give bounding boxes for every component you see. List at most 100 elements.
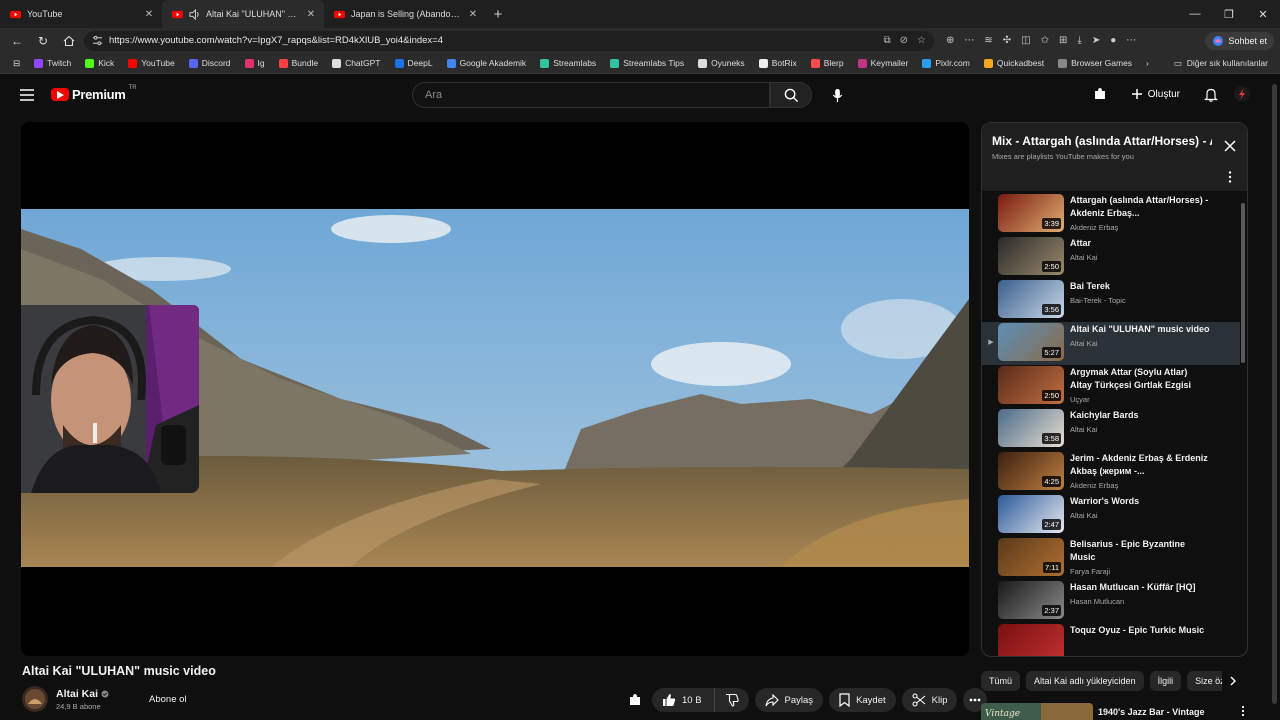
playlist-title[interactable]: Mix - Attargah (aslında Attar/Horses) - …: [992, 134, 1212, 148]
close-window-icon[interactable]: ✕: [1246, 0, 1280, 28]
bookmark-blerp[interactable]: Blerp: [804, 53, 851, 74]
kebab-menu-icon[interactable]: [1241, 705, 1245, 717]
playlist-item[interactable]: 2:47 Warrior's Words Altai Kai: [982, 494, 1240, 537]
extension-puzzle-icon[interactable]: [1093, 87, 1107, 101]
reload-icon[interactable]: ↻: [32, 30, 54, 52]
site-info-icon[interactable]: [92, 35, 103, 46]
bookmark-bundle[interactable]: Bundle: [272, 53, 325, 74]
bookmark-streamlabs[interactable]: Streamlabs: [533, 53, 603, 74]
save-button[interactable]: Kaydet: [829, 688, 896, 712]
restore-icon[interactable]: ❐: [1212, 0, 1246, 28]
bookmark-pixlr-com[interactable]: Pixlr.com: [915, 53, 976, 74]
subscribe-button[interactable]: Abone ol: [139, 689, 197, 710]
playlist-item-channel: Farya Faraji: [1070, 567, 1111, 576]
tab-close-icon[interactable]: ✕: [468, 9, 478, 20]
bookmark-browser-games[interactable]: Browser Games: [1051, 53, 1139, 74]
bookmark-deepl[interactable]: DeepL: [388, 53, 440, 74]
playlist-item[interactable]: 7:11 Belisarius - Epic Byzantine Music Far…: [982, 537, 1240, 580]
app-available-icon[interactable]: ⧉: [884, 35, 891, 46]
browser-tab-japan[interactable]: Japan is Selling (Abandoned) Houses ✕: [324, 0, 486, 28]
playlist-item[interactable]: Toquz Oyuz - Epic Turkic Music: [982, 623, 1240, 656]
bookmark-oyuneks[interactable]: Oyuneks: [691, 53, 752, 74]
youtube-premium-logo[interactable]: Premium TR: [51, 85, 137, 102]
copilot-chat-button[interactable]: Sohbet et: [1205, 31, 1274, 50]
other-bookmarks-folder[interactable]: ▭ Diğer sık kullanılanlar: [1168, 58, 1274, 69]
search-input[interactable]: [425, 89, 769, 101]
user-avatar-icon[interactable]: [1234, 86, 1250, 102]
bookmark-youtube[interactable]: YouTube: [121, 53, 181, 74]
settings-more-icon[interactable]: ⋯: [1126, 35, 1136, 46]
channel-name[interactable]: Altai Kai: [56, 688, 98, 700]
chips-next-chevron-icon[interactable]: [1222, 670, 1244, 692]
dislike-button[interactable]: [714, 688, 749, 712]
bookmark-keymailer[interactable]: Keymailer: [851, 53, 916, 74]
filter-chip[interactable]: İlgili: [1149, 671, 1182, 691]
extensions-icon[interactable]: ✣: [1003, 35, 1011, 46]
tracking-icon[interactable]: ⊘: [900, 35, 908, 46]
playlist-item[interactable]: 3:56 Bai Terek Bai-Terek - Topic: [982, 279, 1240, 322]
tab-close-icon[interactable]: ✕: [306, 9, 316, 20]
bookmark-twitch[interactable]: Twitch: [27, 53, 78, 74]
share-button[interactable]: Paylaş: [754, 688, 824, 712]
notifications-bell-icon[interactable]: [1204, 87, 1218, 102]
related-thumbnail: Vintage: [981, 703, 1093, 720]
youtube-header: Premium TR Oluştur: [0, 74, 1280, 116]
bookmark-ig[interactable]: Ig: [238, 53, 272, 74]
wave-icon[interactable]: ≋: [984, 35, 992, 46]
browser-tab-youtube[interactable]: YouTube ✕: [0, 0, 162, 28]
browser-tab-current[interactable]: Altai Kai "ULUHAN" music video - YouTube…: [162, 0, 324, 28]
bookmark-discord[interactable]: Discord: [182, 53, 238, 74]
playlist-item[interactable]: 4:25 Jerim - Akdeniz Erbaş & Erdeniz Akba…: [982, 451, 1240, 494]
download-icon[interactable]: ⤓: [1077, 35, 1081, 46]
ellipsis-icon[interactable]: ⋯: [964, 35, 974, 46]
channel-avatar[interactable]: [22, 686, 48, 712]
favorite-star-icon[interactable]: ☆: [917, 35, 926, 46]
favorites-icon[interactable]: ✩: [1041, 35, 1049, 46]
extension-action-icon[interactable]: [624, 688, 646, 712]
tab-close-icon[interactable]: ✕: [144, 9, 154, 20]
new-tab-icon[interactable]: +: [486, 6, 510, 23]
bookmark-quickadbest[interactable]: Quickadbest: [977, 53, 1051, 74]
split-screen-icon[interactable]: ◫: [1021, 35, 1030, 46]
hamburger-menu-icon[interactable]: [18, 86, 36, 104]
video-player[interactable]: [21, 122, 969, 656]
reading-list-icon[interactable]: ⊟: [6, 53, 27, 74]
page-scrollbar[interactable]: [1272, 78, 1277, 718]
voice-search-button[interactable]: [824, 82, 850, 108]
clip-button[interactable]: Klip: [901, 688, 958, 712]
playlist-item[interactable]: 2:50 Attar Altai Kai: [982, 236, 1240, 279]
filter-chip[interactable]: Altai Kai adlı yükleyiciden: [1026, 671, 1144, 691]
playlist-item[interactable]: ▶ 5:27 Altai Kai "ULUHAN" music video Altai…: [982, 322, 1240, 365]
playlist-item[interactable]: 3:58 Kaichylar Bards Altai Kai: [982, 408, 1240, 451]
page-scroll-thumb[interactable]: [1272, 84, 1277, 704]
profile-icon[interactable]: ●: [1110, 35, 1116, 46]
like-button[interactable]: 10 B: [652, 688, 715, 712]
create-button[interactable]: Oluştur: [1123, 84, 1188, 104]
playlist-item[interactable]: 3:39 Attargah (aslında Attar/Horses) - Ak…: [982, 193, 1240, 236]
bookmark-kick[interactable]: Kick: [78, 53, 121, 74]
kebab-menu-icon[interactable]: [1225, 170, 1235, 184]
share-arrow-icon[interactable]: ➤: [1092, 35, 1100, 46]
more-bookmarks-chevron-icon[interactable]: ›: [1139, 53, 1156, 74]
related-video-item[interactable]: Vintage 1940's Jazz Bar - Vintage: [981, 703, 1251, 720]
url-field[interactable]: https://www.youtube.com/watch?v=IpgX7_ra…: [84, 30, 934, 51]
bookmark-streamlabs-tips[interactable]: Streamlabs Tips: [603, 53, 691, 74]
back-icon[interactable]: ←: [6, 30, 28, 52]
close-icon[interactable]: [1223, 139, 1237, 153]
minimize-icon[interactable]: —: [1178, 0, 1212, 28]
playlist-scrollbar[interactable]: [1241, 195, 1245, 655]
speaker-icon[interactable]: [189, 8, 200, 20]
playlist-item[interactable]: 2:50 Argymak Attar (Soylu Atlar) Altay Tü…: [982, 365, 1240, 408]
search-button[interactable]: [770, 82, 812, 108]
bookmark-chatgpt[interactable]: ChatGPT: [325, 53, 387, 74]
playlist-item[interactable]: 2:37 Hasan Mutlucan - Küffâr [HQ] Hasan Mu…: [982, 580, 1240, 623]
bookmark-google-akademik[interactable]: Google Akademik: [440, 53, 534, 74]
search-box[interactable]: [412, 82, 770, 108]
bookmark-favicon-icon: [188, 58, 198, 68]
gamepad-icon[interactable]: ⊕: [946, 35, 954, 46]
collections-icon[interactable]: ⊞: [1059, 35, 1067, 46]
filter-chip[interactable]: Tümü: [981, 671, 1021, 691]
home-icon[interactable]: [58, 30, 80, 52]
playlist-scroll-thumb[interactable]: [1241, 203, 1245, 363]
bookmark-botrix[interactable]: BotRix: [752, 53, 804, 74]
